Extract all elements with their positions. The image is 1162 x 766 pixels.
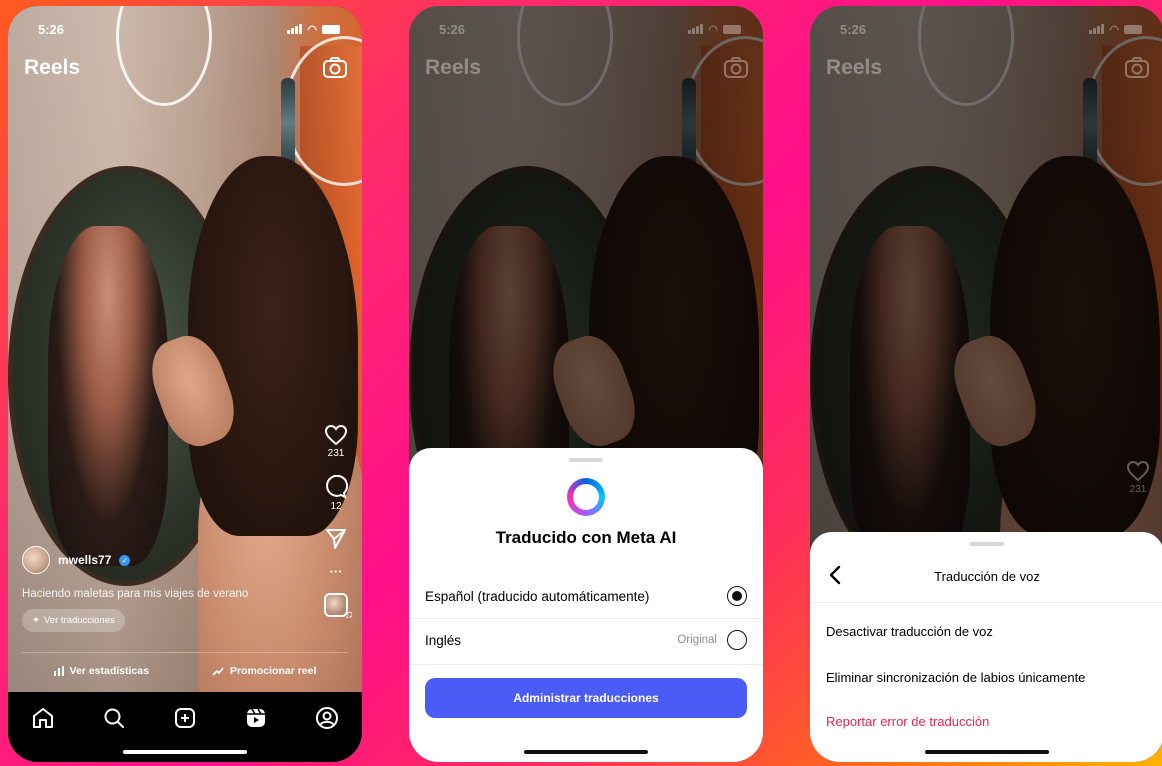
battery-icon xyxy=(723,24,741,34)
home-indicator xyxy=(524,750,648,754)
option-english-label: Inglés xyxy=(425,632,462,648)
view-insights-button[interactable]: Ver estadísticas xyxy=(53,664,149,677)
reel-video[interactable] xyxy=(8,6,362,762)
heart-icon[interactable] xyxy=(324,424,348,446)
remove-lip-sync-item[interactable]: Eliminar sincronización de labios únicam… xyxy=(826,670,1148,685)
profile-icon[interactable] xyxy=(315,706,339,730)
user-row[interactable]: mwells77 ✓ xyxy=(22,546,302,574)
radio-english[interactable] xyxy=(727,630,747,650)
sheet-title: Traducción de voz xyxy=(934,568,1040,584)
option-spanish-label: Español (traducido automáticamente) xyxy=(425,588,650,604)
signal-icon xyxy=(1089,24,1105,34)
comment-icon[interactable] xyxy=(324,475,348,499)
sheet-grabber[interactable] xyxy=(970,542,1004,546)
promote-reel-label: Promocionar reel xyxy=(230,664,317,677)
caption-text[interactable]: Haciendo maletas para mis viajes de vera… xyxy=(22,588,302,600)
system-icons: ◠ xyxy=(1089,23,1142,36)
audio-track-thumb[interactable]: ♫ xyxy=(324,593,353,621)
promote-reel-button[interactable]: Promocionar reel xyxy=(212,665,316,677)
status-bar: 5:26 ◠ xyxy=(38,20,340,38)
sheet-header: Traducción de voz xyxy=(810,548,1162,604)
music-note-icon: ♫ xyxy=(344,609,353,621)
likes-count: 231 xyxy=(1129,484,1147,495)
phone-reels-view: 5:26 ◠ Reels 231 12 ··· ♫ mwells77 ✓ Hac… xyxy=(8,6,362,762)
status-time: 5:26 xyxy=(840,21,867,37)
action-rail: 231 12 ··· ♫ xyxy=(322,424,353,621)
trend-up-icon xyxy=(212,667,224,676)
see-translations-chip[interactable]: ✦ Ver traducciones xyxy=(22,609,125,632)
wifi-icon: ◠ xyxy=(1109,23,1119,36)
system-icons: ◠ xyxy=(287,23,340,36)
signal-icon xyxy=(688,24,704,34)
home-indicator xyxy=(925,750,1049,754)
battery-icon xyxy=(322,24,340,34)
signal-icon xyxy=(287,24,303,34)
phone-translation-sheet: 5:26 ◠ Reels Traducido con Meta AI Españ… xyxy=(409,6,763,762)
wifi-icon: ◠ xyxy=(307,23,317,36)
home-indicator xyxy=(123,750,247,754)
likes-count: 231 xyxy=(327,448,345,459)
status-bar: 5:26 ◠ xyxy=(840,20,1142,38)
phone-voice-translation-sheet: 5:26 ◠ Reels 231 Traducción de voz Desac… xyxy=(810,6,1162,762)
manage-translations-button[interactable]: Administrar traducciones xyxy=(425,678,747,718)
action-rail: 231 xyxy=(1124,460,1152,495)
camera-icon[interactable] xyxy=(322,56,348,80)
username[interactable]: mwells77 xyxy=(58,553,111,567)
page-title: Reels xyxy=(826,56,883,79)
report-translation-error-item[interactable]: Reportar error de traducción xyxy=(826,714,1148,729)
option-spanish[interactable]: Español (traducido automáticamente) xyxy=(425,574,747,618)
sheet-grabber[interactable] xyxy=(569,458,603,462)
bar-chart-icon xyxy=(53,665,64,676)
system-icons: ◠ xyxy=(688,23,741,36)
page-title: Reels xyxy=(24,56,81,79)
camera-icon xyxy=(1125,57,1149,78)
radio-spanish[interactable] xyxy=(727,586,747,606)
heart-icon xyxy=(1126,460,1150,482)
sparkle-icon: ✦ xyxy=(32,615,40,626)
wifi-icon: ◠ xyxy=(708,23,718,36)
create-icon[interactable] xyxy=(173,706,197,730)
option-english[interactable]: Inglés Original xyxy=(425,618,747,662)
home-icon[interactable] xyxy=(31,706,55,730)
original-tag: Original xyxy=(677,634,717,646)
avatar[interactable] xyxy=(22,546,50,574)
see-translations-label: Ver traducciones xyxy=(43,615,115,626)
status-time: 5:26 xyxy=(439,21,466,37)
disable-voice-translation-item[interactable]: Desactivar traducción de voz xyxy=(826,624,1148,639)
reels-icon[interactable] xyxy=(244,706,268,730)
translation-sheet: Traducido con Meta AI Español (traducido… xyxy=(409,448,763,762)
view-insights-label: Ver estadísticas xyxy=(69,664,149,677)
camera-icon xyxy=(724,57,748,78)
chevron-left-icon[interactable] xyxy=(826,564,846,586)
verified-badge-icon: ✓ xyxy=(119,554,131,566)
more-icon[interactable]: ··· xyxy=(330,564,343,579)
voice-translation-sheet: Traducción de voz Desactivar traducción … xyxy=(810,532,1162,762)
send-icon[interactable] xyxy=(325,528,347,550)
comments-count: 12 xyxy=(330,501,342,512)
post-caption-area: mwells77 ✓ Haciendo maletas para mis via… xyxy=(22,546,302,632)
sheet-title: Traducido con Meta AI xyxy=(495,528,677,547)
status-time: 5:26 xyxy=(38,21,65,37)
battery-icon xyxy=(1124,24,1142,34)
meta-ai-icon xyxy=(567,478,605,516)
status-bar: 5:26 ◠ xyxy=(439,20,741,38)
insights-bar: Ver estadísticas Promocionar reel xyxy=(22,652,348,688)
search-icon[interactable] xyxy=(102,706,126,730)
page-title: Reels xyxy=(425,56,482,79)
